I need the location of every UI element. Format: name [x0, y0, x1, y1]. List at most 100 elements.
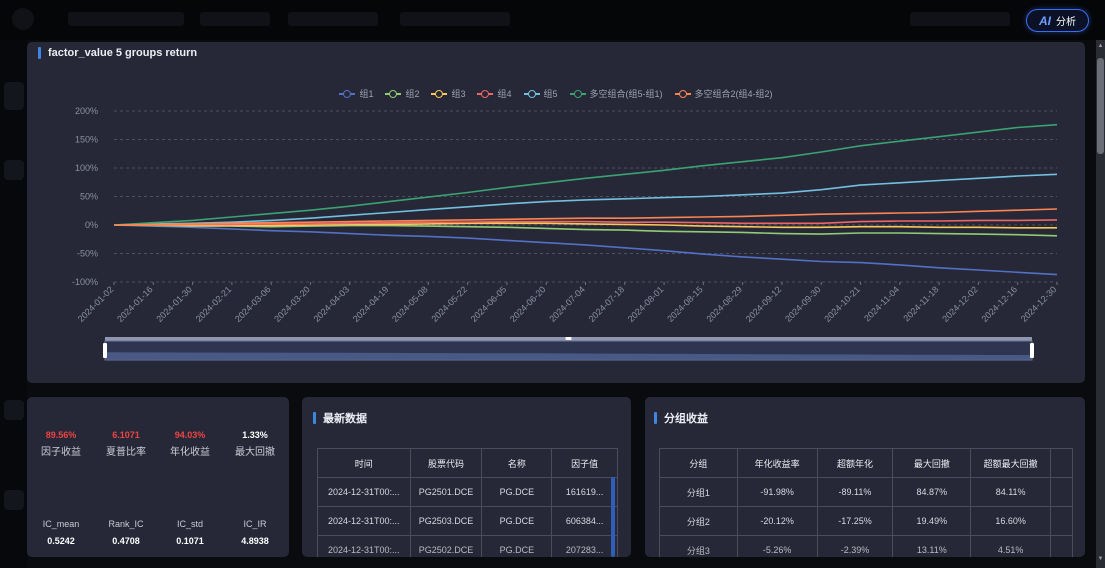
table-cell: 19.49% — [892, 506, 972, 536]
table-cell: 分组2 — [659, 506, 738, 536]
column-header-spacer — [1050, 448, 1073, 478]
nav-placeholder-3 — [288, 12, 378, 26]
x-tick-label: 2024-01-02 — [76, 284, 116, 324]
x-tick-label: 2024-04-03 — [312, 284, 352, 324]
table-cell: 2024-12-31T00:... — [317, 506, 411, 536]
column-header[interactable]: 名称 — [481, 448, 553, 478]
nav-placeholder-2 — [200, 12, 270, 26]
stat-label: 最大回撤 — [235, 447, 275, 458]
table-cell: -5.26% — [736, 535, 818, 557]
x-tick-label: 2024-07-18 — [587, 284, 627, 324]
series-line-7 — [113, 208, 1058, 226]
x-tick-label: 2024-03-20 — [272, 284, 312, 324]
ai-analysis-label: 分析 — [1056, 17, 1076, 28]
chart-panel: factor_value 5 groups return 组1 组2 组3 组4 组5 多… — [27, 42, 1085, 383]
x-tick-label: 2024-08-01 — [626, 284, 666, 324]
table-row[interactable]: 2024-12-31T00:... PG2501.DCE PG.DCE 161619.… — [317, 477, 618, 507]
nav-placeholder-5 — [910, 12, 1010, 26]
ai-analysis-button[interactable]: AI 分析 — [1026, 9, 1089, 32]
table-row[interactable]: 分组2 -20.12% -17.25% 19.49% 16.60% — [659, 506, 1073, 536]
x-tick-label: 2024-06-05 — [469, 284, 509, 324]
x-tick-label: 2024-12-02 — [940, 284, 980, 324]
x-tick-label: 2024-09-12 — [744, 284, 784, 324]
x-tick-label: 2024-01-30 — [154, 284, 194, 324]
table-cell: -89.11% — [816, 477, 894, 507]
sidebar-placeholder-icon — [4, 160, 24, 180]
nav-placeholder-4 — [400, 12, 510, 26]
datazoom-handle-end[interactable] — [1030, 343, 1034, 358]
y-tick-label: 50% — [80, 192, 98, 202]
column-header[interactable]: 分组 — [659, 448, 738, 478]
group-return-panel: 分组收益 分组 年化收益率 超额年化 最大回撤 超额最大回撤 分组1 -91.98% -89… — [645, 397, 1085, 557]
ic-stat-IC_IR: IC_IR 4.8938 — [223, 516, 287, 546]
x-tick-label: 2024-05-22 — [429, 284, 469, 324]
table-cell: 161619... — [551, 477, 618, 507]
left-sidebar — [0, 40, 27, 568]
table-cell: PG.DCE — [481, 506, 553, 536]
stat-最大回撤: 1.33% 最大回撤 — [223, 430, 287, 458]
x-tick-label: 2024-11-18 — [901, 284, 940, 323]
datazoom-slider[interactable] — [103, 337, 1034, 361]
table-cell: 4.51% — [970, 535, 1052, 557]
column-header[interactable]: 超额最大回撤 — [970, 448, 1052, 478]
scroll-down-icon[interactable]: ▼ — [1097, 556, 1104, 563]
column-header[interactable]: 最大回撤 — [892, 448, 972, 478]
page-scrollbar-thumb[interactable] — [1097, 58, 1104, 154]
table-cell: PG2501.DCE — [409, 477, 483, 507]
datazoom-move-handle[interactable] — [565, 337, 572, 340]
table-cell: 84.11% — [970, 477, 1052, 507]
table-row[interactable]: 分组1 -91.98% -89.11% 84.87% 84.11% — [659, 477, 1073, 507]
x-tick-label: 2024-04-19 — [351, 284, 391, 324]
x-tick-label: 2024-12-30 — [1019, 284, 1059, 324]
stat-value: 0.4708 — [112, 536, 140, 546]
ai-icon: AI — [1039, 13, 1051, 28]
table-cell: 13.11% — [892, 535, 972, 557]
x-tick-label: 2024-08-29 — [704, 284, 744, 324]
column-header[interactable]: 因子值 — [551, 448, 618, 478]
latest-table-scrollbar[interactable] — [611, 477, 615, 557]
datazoom-handle-start[interactable] — [103, 343, 107, 358]
series-line-1 — [113, 224, 1058, 276]
ic-stat-IC_std: IC_std 0.1071 — [158, 516, 222, 546]
series-line-6 — [113, 123, 1058, 226]
x-tick-label: 2024-05-08 — [390, 284, 430, 324]
title-accent-bar — [654, 412, 657, 424]
stat-夏普比率: 6.1071 夏普比率 — [94, 430, 158, 458]
nav-placeholder-1 — [68, 12, 184, 26]
table-cell: PG2503.DCE — [409, 506, 483, 536]
ic-stat-IC_mean: IC_mean 0.5242 — [29, 516, 93, 546]
scroll-up-icon[interactable]: ▲ — [1097, 43, 1104, 50]
table-cell: -2.39% — [816, 535, 894, 557]
x-tick-label: 2024-03-06 — [233, 284, 273, 324]
stat-label: 年化收益 — [170, 447, 210, 458]
table-cell: -91.98% — [736, 477, 818, 507]
x-tick-label: 2024-02-21 — [194, 284, 234, 324]
stat-value: 0.5242 — [47, 536, 75, 546]
table-cell: 207283... — [551, 535, 618, 557]
y-tick-label: 100% — [75, 163, 98, 173]
table-row[interactable]: 2024-12-31T00:... PG2503.DCE PG.DCE 606384.… — [317, 506, 618, 536]
table-cell: -20.12% — [736, 506, 818, 536]
x-tick-label: 2024-10-21 — [822, 284, 862, 324]
latest-data-table: 时间 股票代码 名称 因子值 2024-12-31T00:... PG2501.DCE P… — [317, 448, 618, 557]
column-header[interactable]: 超额年化 — [816, 448, 894, 478]
table-cell-spacer — [1050, 535, 1073, 557]
column-header[interactable]: 年化收益率 — [736, 448, 818, 478]
table-row[interactable]: 2024-12-31T00:... PG2502.DCE PG.DCE 207283.… — [317, 535, 618, 557]
page-scrollbar[interactable]: ▲ ▼ — [1096, 40, 1105, 568]
sidebar-placeholder-icon — [4, 82, 24, 110]
stat-value: 0.1071 — [176, 536, 204, 546]
table-cell: 分组3 — [659, 535, 738, 557]
stat-label: Rank_IC — [108, 519, 144, 529]
x-tick-label: 2024-08-15 — [665, 284, 705, 324]
stat-因子收益: 89.56% 因子收益 — [29, 430, 93, 458]
table-row[interactable]: 分组3 -5.26% -2.39% 13.11% 4.51% — [659, 535, 1073, 557]
stat-value: 1.33% — [242, 430, 268, 440]
y-tick-label: 200% — [75, 106, 98, 116]
y-tick-label: -100% — [72, 277, 98, 287]
column-header[interactable]: 股票代码 — [409, 448, 483, 478]
table-cell: PG.DCE — [481, 535, 553, 557]
stat-label: IC_IR — [243, 519, 267, 529]
x-tick-label: 2024-12-16 — [979, 284, 1019, 324]
column-header[interactable]: 时间 — [317, 448, 411, 478]
